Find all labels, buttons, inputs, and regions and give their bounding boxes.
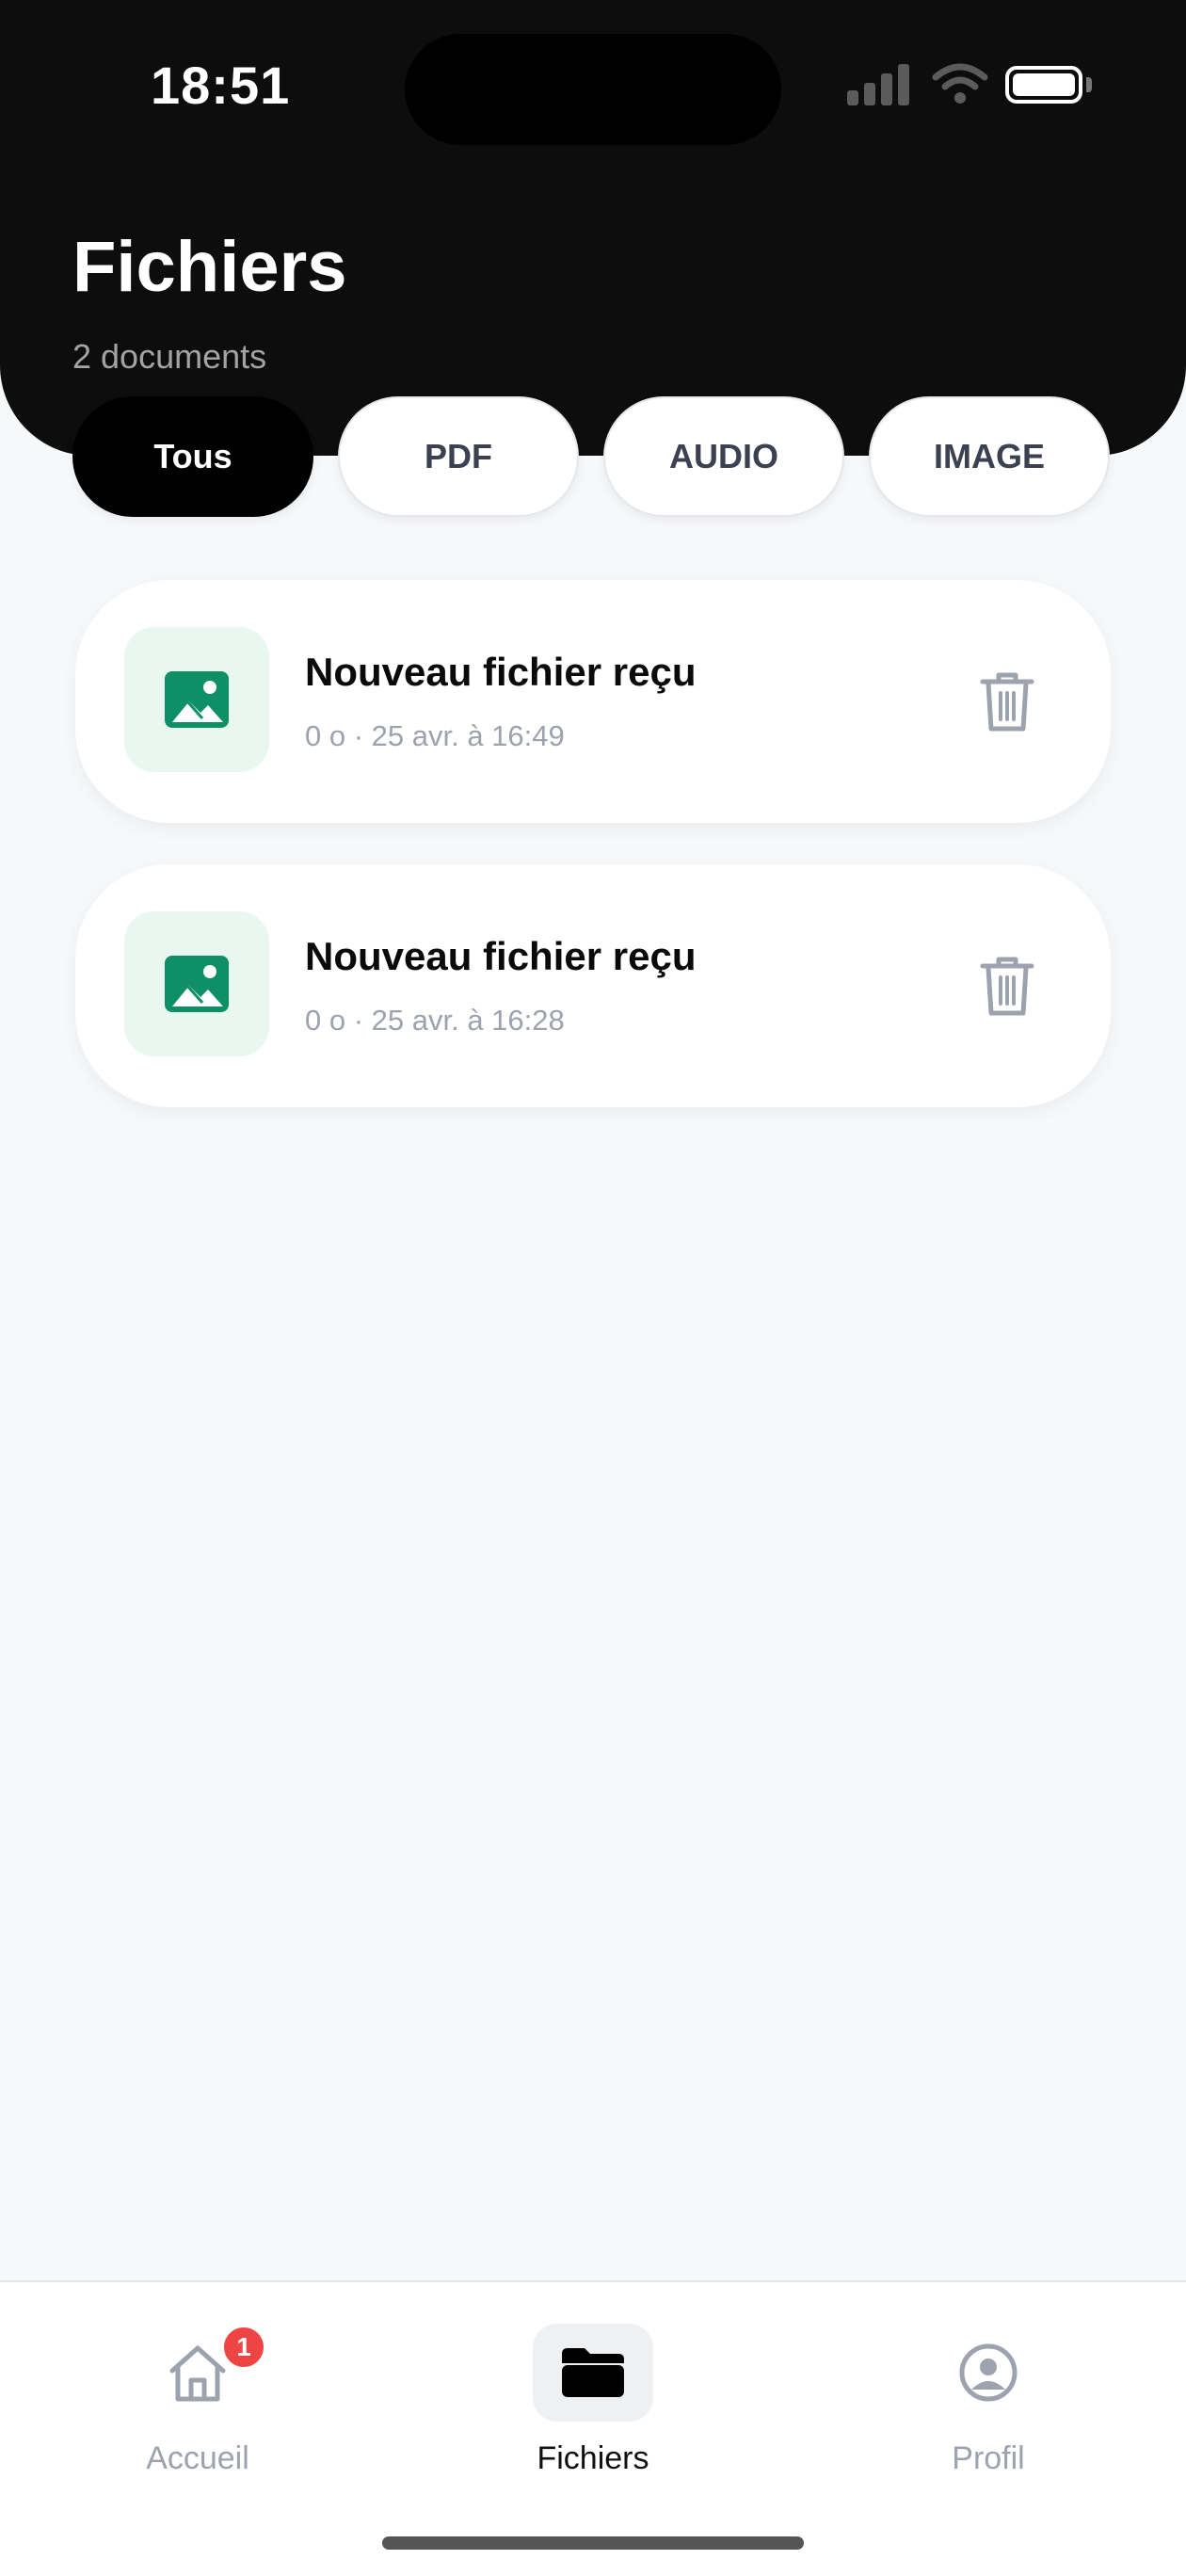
filter-chip-image[interactable]: IMAGE xyxy=(869,396,1110,517)
file-card[interactable]: Nouveau fichier reçu 0 o · 25 avr. à 16:… xyxy=(75,864,1111,1107)
nav-label: Accueil xyxy=(146,2440,249,2476)
nav-label: Profil xyxy=(952,2440,1025,2476)
file-thumbnail xyxy=(124,627,269,772)
status-icons xyxy=(847,62,1092,109)
file-meta: 0 o · 25 avr. à 16:28 xyxy=(305,1004,565,1037)
notification-badge: 1 xyxy=(220,2324,267,2371)
home-indicator[interactable] xyxy=(382,2536,804,2550)
bottom-nav: 1 Accueil Fichiers Profil xyxy=(0,2280,1186,2576)
status-time: 18:51 xyxy=(151,56,291,115)
files-screen: 18:51 Fichiers 2 documents Tous PDF AUDI… xyxy=(0,0,1186,2576)
file-name: Nouveau fichier reçu xyxy=(305,934,697,978)
filter-chips: Tous PDF AUDIO IMAGE xyxy=(72,396,1117,517)
filter-chip-tous[interactable]: Tous xyxy=(72,396,313,517)
header: 18:51 Fichiers 2 documents xyxy=(0,0,1186,456)
folder-icon xyxy=(562,2348,624,2397)
filter-chip-audio[interactable]: AUDIO xyxy=(603,396,844,517)
file-thumbnail xyxy=(124,911,269,1056)
wifi-icon xyxy=(932,63,988,104)
trash-icon[interactable] xyxy=(979,670,1035,733)
image-icon xyxy=(165,956,229,1012)
image-icon xyxy=(165,671,229,728)
nav-item-accueil[interactable]: 1 Accueil xyxy=(85,2324,311,2512)
document-count: 2 documents xyxy=(72,337,267,376)
page-title: Fichiers xyxy=(72,227,347,307)
file-card[interactable]: Nouveau fichier reçu 0 o · 25 avr. à 16:… xyxy=(75,580,1111,823)
signal-icon xyxy=(847,62,913,105)
file-name: Nouveau fichier reçu xyxy=(305,650,697,694)
nav-label: Fichiers xyxy=(537,2440,649,2476)
filter-chip-pdf[interactable]: PDF xyxy=(338,396,579,517)
file-meta: 0 o · 25 avr. à 16:49 xyxy=(305,719,565,752)
nav-item-fichiers[interactable]: Fichiers xyxy=(480,2324,706,2512)
battery-icon xyxy=(1005,66,1082,104)
dynamic-island xyxy=(405,34,781,145)
user-circle-icon xyxy=(959,2343,1018,2402)
trash-icon[interactable] xyxy=(979,955,1035,1017)
home-icon xyxy=(169,2345,226,2402)
nav-item-profil[interactable]: Profil xyxy=(875,2324,1101,2512)
